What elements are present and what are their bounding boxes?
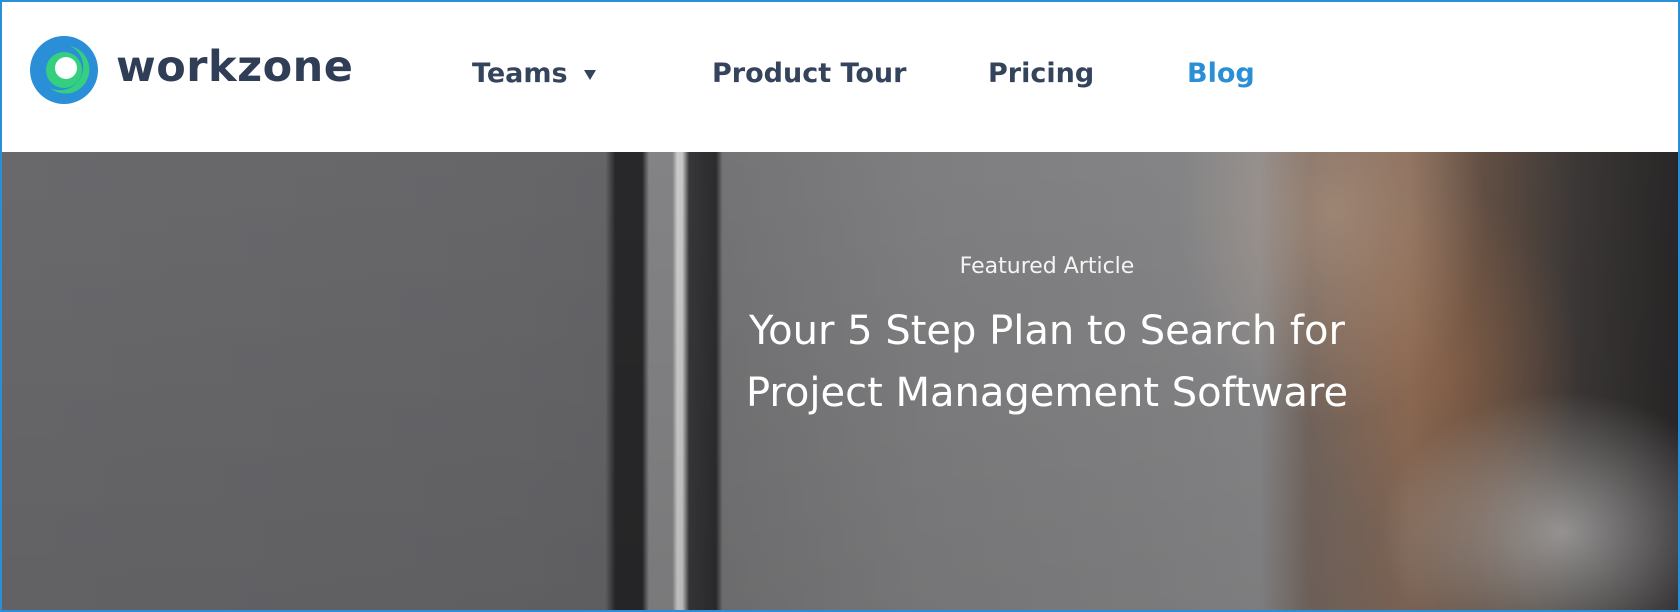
- featured-article-label: Featured Article: [959, 254, 1135, 279]
- hero-content: Featured Article Your 5 Step Plan to Sea…: [2, 152, 1678, 610]
- browser-viewport: workzone Teams Product Tour Pricing Blog…: [0, 0, 1680, 612]
- nav-teams-label: Teams: [472, 58, 568, 89]
- workzone-logo-link[interactable]: workzone: [30, 36, 353, 104]
- featured-article-hero: Featured Article Your 5 Step Plan to Sea…: [2, 152, 1678, 610]
- caret-down-icon: [583, 70, 596, 80]
- nav-blog[interactable]: Blog: [1187, 58, 1255, 90]
- nav-teams[interactable]: Teams: [472, 58, 596, 90]
- nav-pricing[interactable]: Pricing: [988, 58, 1094, 90]
- featured-article-title-line-2: Project Management Software: [745, 370, 1349, 416]
- featured-article-title-line-1: Your 5 Step Plan to Search for: [749, 308, 1345, 354]
- nav-product-tour-label: Product Tour: [712, 58, 907, 89]
- workzone-logo-icon: [30, 36, 98, 104]
- site-header: workzone Teams Product Tour Pricing Blog: [2, 2, 1678, 152]
- nav-blog-label: Blog: [1187, 58, 1255, 89]
- brand-name: workzone: [116, 41, 354, 92]
- nav-pricing-label: Pricing: [988, 58, 1095, 89]
- nav-product-tour[interactable]: Product Tour: [712, 58, 906, 90]
- featured-article-title-link[interactable]: Your 5 Step Plan to Search for Project M…: [702, 300, 1392, 424]
